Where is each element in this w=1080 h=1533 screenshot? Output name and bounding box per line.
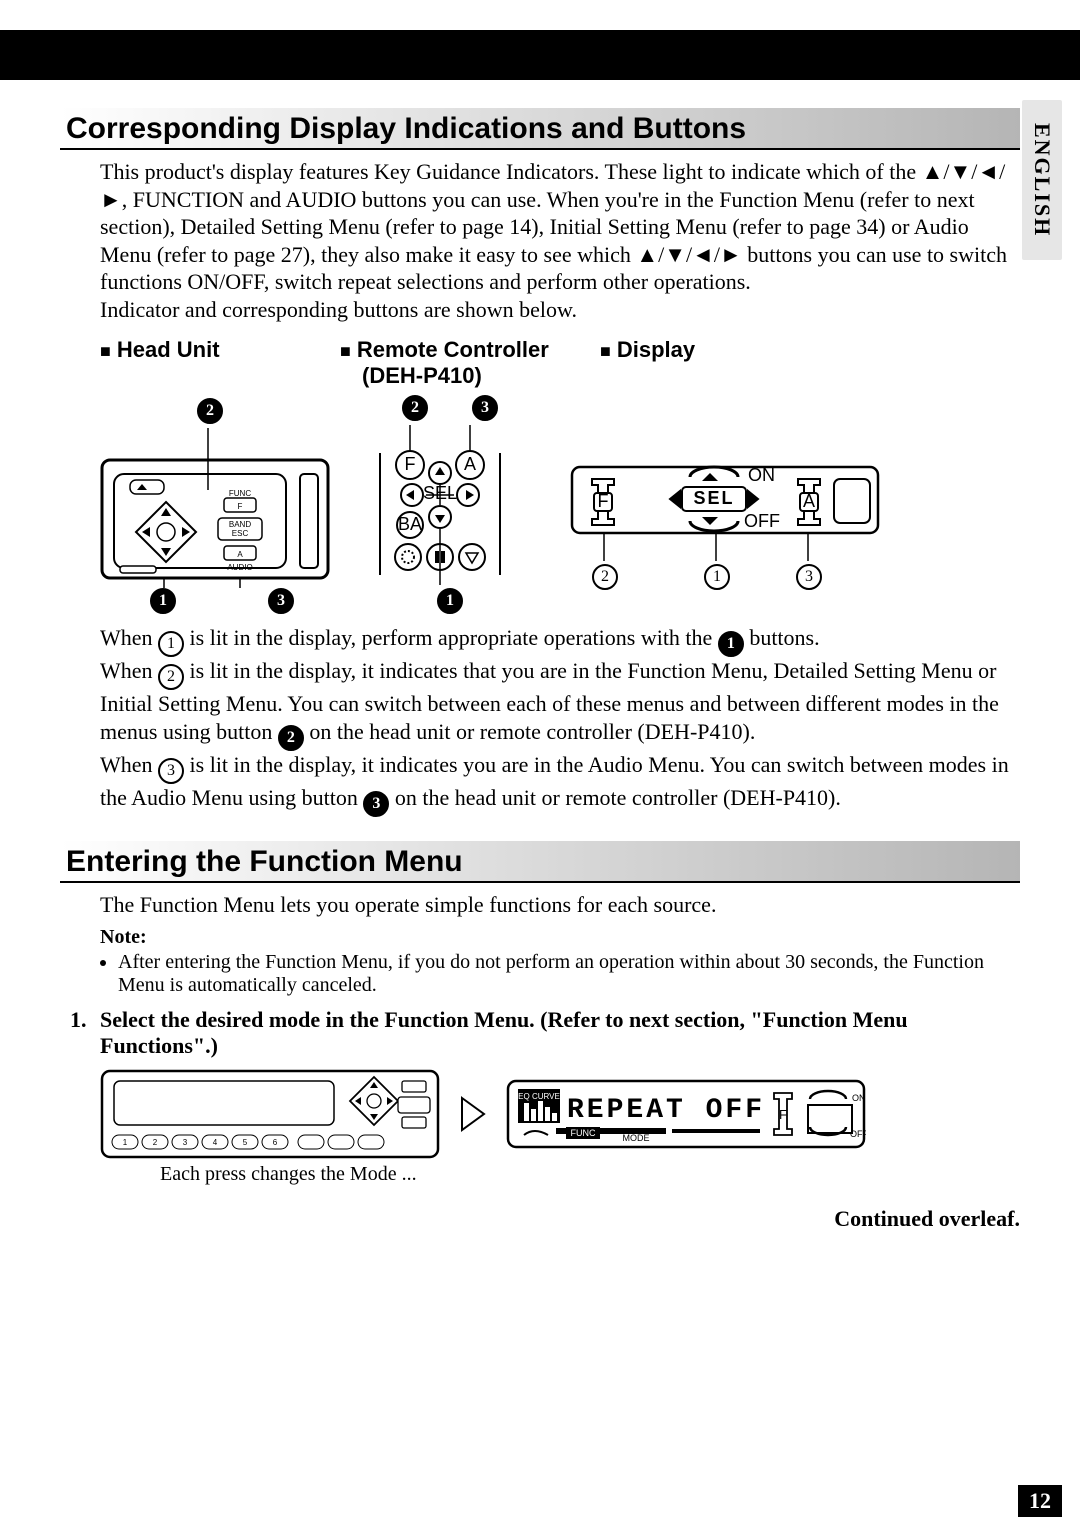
bullet-square-icon: ■ — [100, 341, 111, 361]
svg-text:FUNC: FUNC — [571, 1128, 596, 1138]
language-tab: ENGLISH — [1022, 100, 1062, 260]
svg-text:1: 1 — [123, 1138, 128, 1147]
step1-caption: Each press changes the Mode ... — [160, 1163, 1020, 1186]
display-svg: F ON SEL OFF — [570, 421, 880, 561]
bullet-square-icon: ■ — [340, 341, 351, 361]
svg-text:4: 4 — [213, 1138, 218, 1147]
inline-circ-1-black: 1 — [718, 631, 744, 657]
svg-text:OFF: OFF — [744, 511, 780, 531]
svg-text:SEL: SEL — [693, 488, 734, 508]
callout-1-open: 1 — [704, 564, 730, 590]
subhead-display: ■Display — [600, 337, 1020, 389]
svg-text:FUNC: FUNC — [229, 489, 251, 498]
section1-para: This product's display features Key Guid… — [100, 158, 1020, 323]
inline-circ-3-black: 3 — [363, 791, 389, 817]
note-item: After entering the Function Menu, if you… — [118, 951, 1020, 997]
bullet-square-icon: ■ — [600, 341, 611, 361]
head-unit-mini-svg: 1 2 3 4 5 6 — [100, 1069, 440, 1159]
continued-overleaf: Continued overleaf. — [0, 1206, 1020, 1232]
svg-text:OFF: OFF — [850, 1129, 866, 1139]
svg-text:A: A — [464, 454, 476, 474]
callout-2-black: 2 — [402, 395, 428, 421]
callout-1-black: 1 — [150, 588, 176, 614]
section1-title-bar: Corresponding Display Indications and Bu… — [60, 108, 1020, 150]
svg-text:2: 2 — [153, 1138, 158, 1147]
callout-3-black: 3 — [472, 395, 498, 421]
callout-2-open: 2 — [592, 564, 618, 590]
arrow-right-icon — [458, 1094, 488, 1134]
svg-text:REPEAT OFF: REPEAT OFF — [567, 1095, 765, 1126]
svg-text:A: A — [237, 550, 243, 559]
section2-title: Entering the Function Menu — [66, 845, 1014, 879]
header-bar — [0, 30, 1080, 80]
svg-text:MODE: MODE — [623, 1133, 650, 1143]
language-label: ENGLISH — [1029, 123, 1055, 237]
display-diagram: F ON SEL OFF — [570, 421, 880, 590]
svg-text:F: F — [405, 454, 416, 474]
remote-svg: F A SEL BA — [340, 425, 540, 585]
display-mini-svg: EQ CURVE REPEAT OFF FUNC MODE F ON OFF — [506, 1079, 866, 1149]
head-unit-svg: FUNC F BAND ESC A AUDIO — [100, 428, 330, 588]
svg-text:F: F — [238, 502, 243, 511]
svg-text:ESC: ESC — [232, 529, 249, 538]
note-label: Note: — [100, 926, 1020, 949]
inline-circ-2-black: 2 — [278, 725, 304, 751]
svg-text:F: F — [598, 491, 609, 511]
section1-explain: When 1 is lit in the display, perform ap… — [100, 624, 1020, 817]
diagram-subheads: ■Head Unit ■Remote Controller (DEH-P410)… — [100, 337, 1020, 389]
step-1: 1. Select the desired mode in the Functi… — [70, 1007, 1020, 1059]
svg-text:F: F — [779, 1107, 787, 1122]
step1-illustration: 1 2 3 4 5 6 EQ CURVE REPEAT OFF — [100, 1069, 1020, 1159]
callout-3-open: 3 — [796, 564, 822, 590]
inline-circ-1: 1 — [158, 631, 184, 657]
svg-text:3: 3 — [183, 1138, 188, 1147]
callout-3-black: 3 — [268, 588, 294, 614]
step-text: Select the desired mode in the Function … — [100, 1007, 1020, 1059]
section1-title: Corresponding Display Indications and Bu… — [66, 112, 1014, 146]
svg-text:AUDIO: AUDIO — [227, 563, 252, 572]
subhead-remote: ■Remote Controller (DEH-P410) — [340, 337, 600, 389]
svg-text:6: 6 — [273, 1138, 278, 1147]
note-block: Note: After entering the Function Menu, … — [100, 926, 1020, 997]
remote-diagram: 2 3 F A SEL — [340, 395, 560, 614]
manual-page: ENGLISH Corresponding Display Indication… — [0, 0, 1080, 1533]
svg-text:A: A — [803, 491, 815, 511]
section2-intro: The Function Menu lets you operate simpl… — [100, 891, 1020, 919]
svg-text:BA: BA — [398, 514, 422, 534]
subhead-head-unit: ■Head Unit — [100, 337, 340, 389]
page-number: 12 — [1018, 1485, 1062, 1517]
svg-text:ON: ON — [852, 1093, 866, 1103]
section2-title-bar: Entering the Function Menu — [60, 841, 1020, 883]
svg-text:BAND: BAND — [229, 520, 251, 529]
head-unit-diagram: 2 FUNC — [100, 395, 340, 614]
inline-circ-2: 2 — [158, 664, 184, 690]
svg-text:EQ CURVE: EQ CURVE — [518, 1092, 560, 1101]
svg-text:ON: ON — [748, 465, 775, 485]
inline-circ-3: 3 — [158, 758, 184, 784]
diagram-row: 2 FUNC — [100, 395, 1020, 614]
step-number: 1. — [70, 1007, 100, 1059]
callout-2-black: 2 — [197, 398, 223, 424]
callout-1-black: 1 — [437, 588, 463, 614]
svg-text:5: 5 — [243, 1138, 248, 1147]
